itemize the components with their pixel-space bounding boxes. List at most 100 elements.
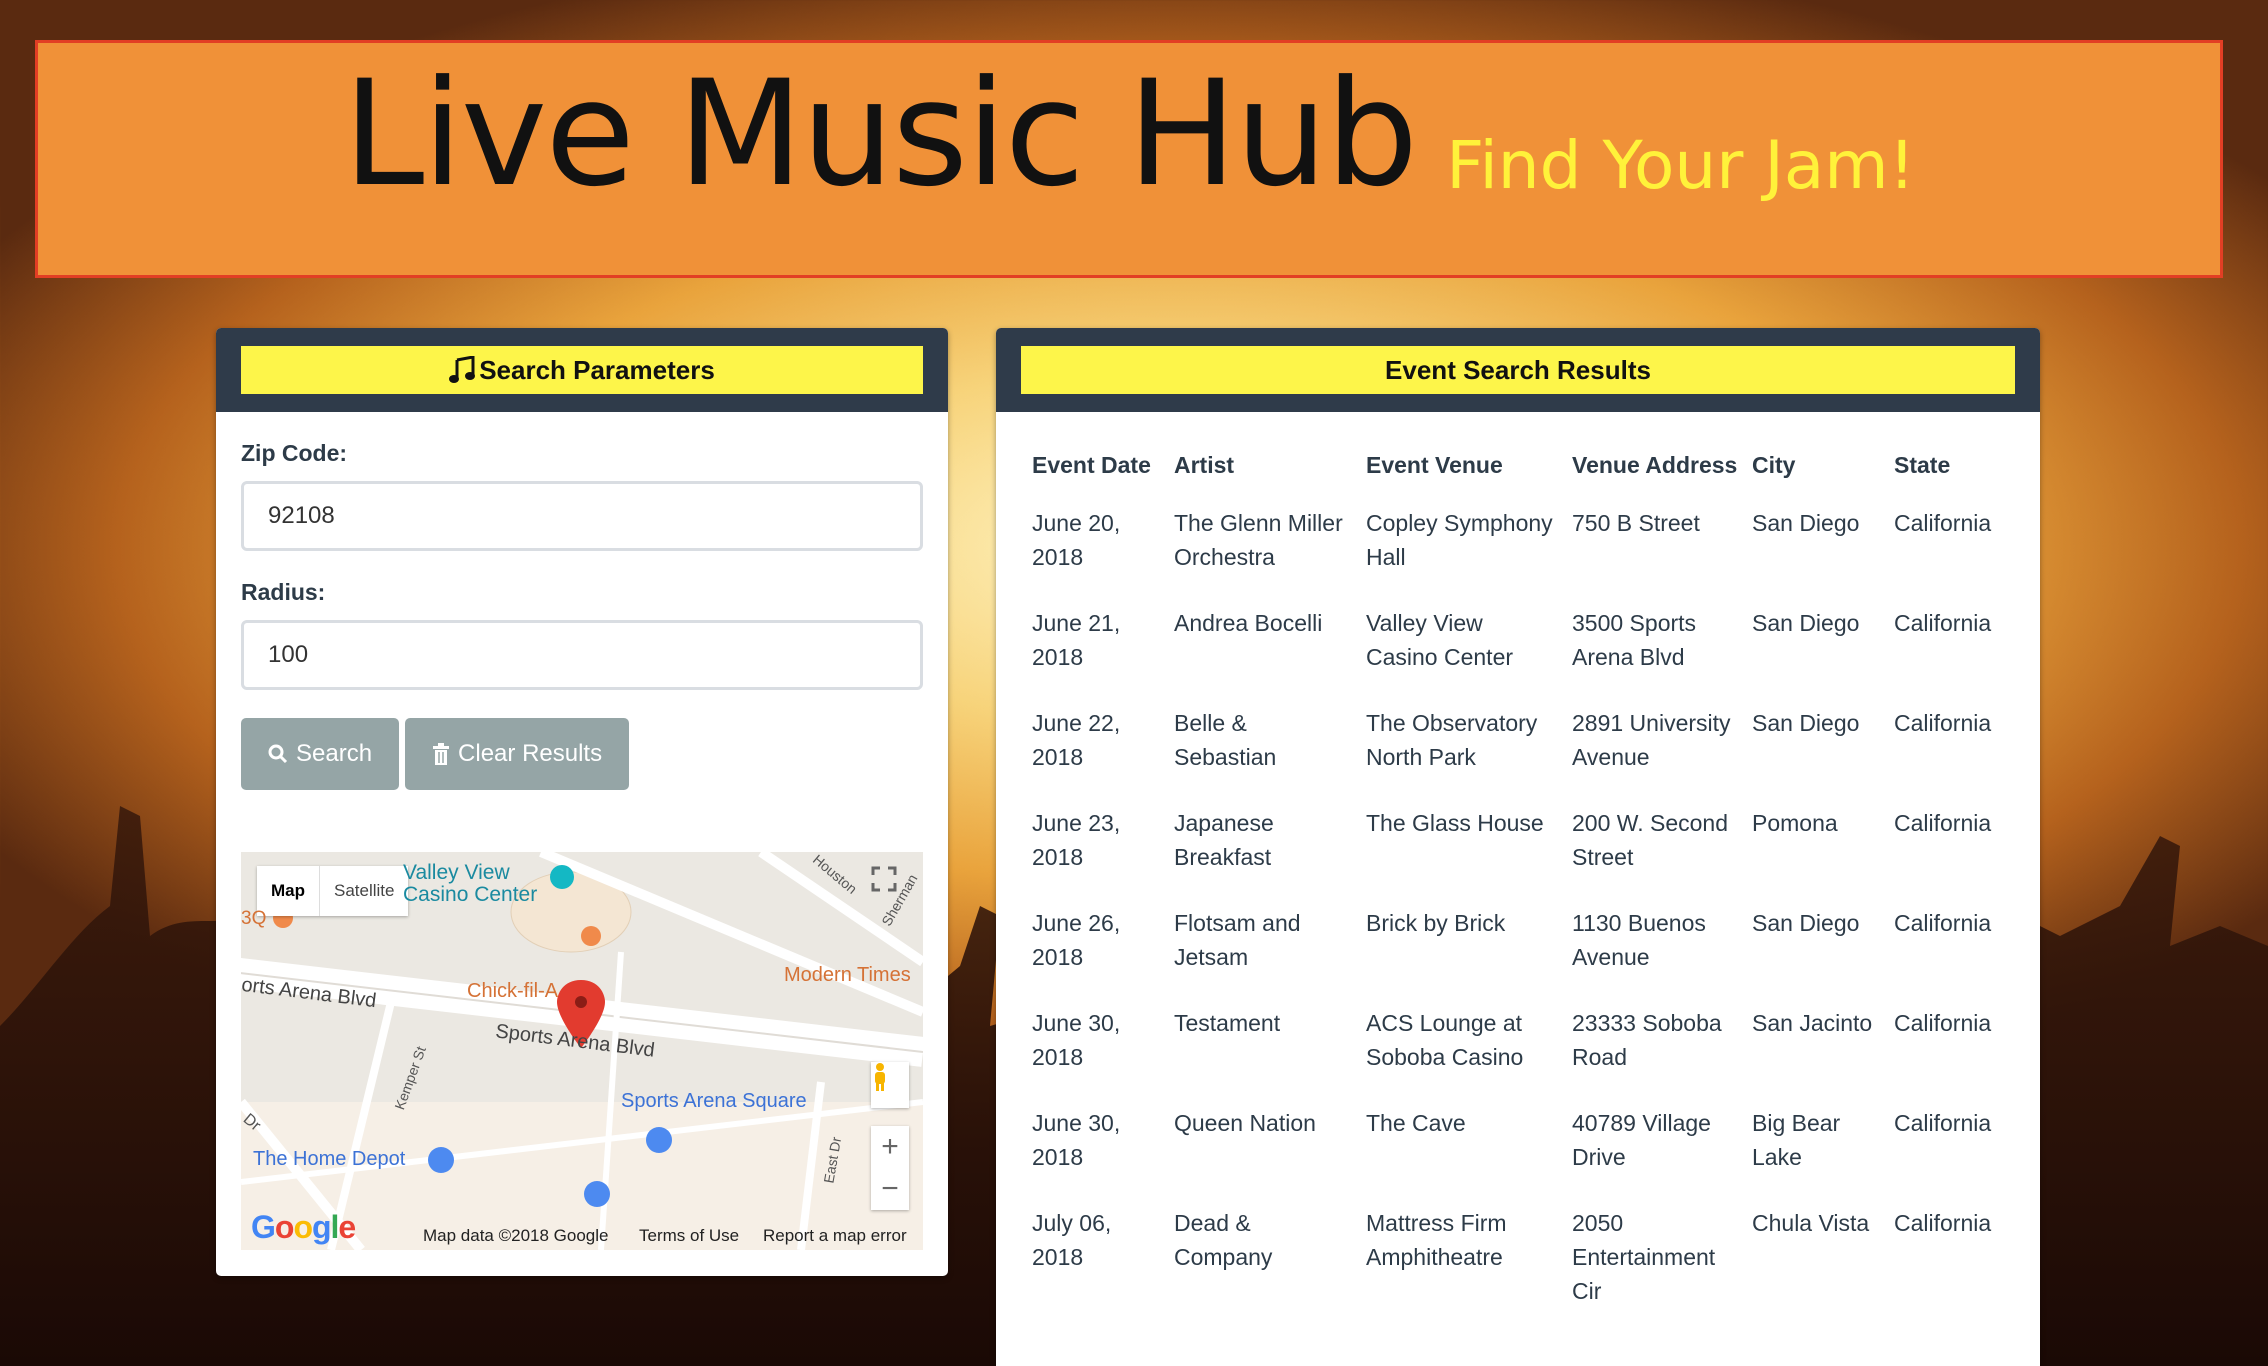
col-event-venue: Event Venue xyxy=(1366,452,1503,478)
fullscreen-icon xyxy=(871,866,897,892)
cell-state: California xyxy=(1894,510,1992,536)
clear-button-label: Clear Results xyxy=(458,740,603,767)
results-header-row: Event Date Artist Event Venue Venue Addr… xyxy=(1032,448,2012,496)
cell-venue-address: 3500 Sports Arena Blvd xyxy=(1572,610,1697,670)
search-button-label: Search xyxy=(296,740,373,767)
cell-artist: Andrea Bocelli xyxy=(1174,610,1323,636)
zoom-out-button[interactable]: − xyxy=(881,1168,899,1210)
cell-artist: Flotsam and Jetsam xyxy=(1174,910,1301,970)
cell-artist: Japanese Breakfast xyxy=(1174,810,1274,870)
stadium-pin-icon xyxy=(550,865,574,889)
table-row: June 30, 2018 Testament ACS Lounge at Sobo… xyxy=(1032,996,2012,1096)
results-panel-header: Event Search Results xyxy=(996,328,2040,412)
table-row: June 21, 2018 Andrea Bocelli Valley View C… xyxy=(1032,596,2012,696)
cell-artist: The Glenn Miller Orchestra xyxy=(1174,510,1343,570)
map-view[interactable]: Map Satellite Valley View Casino Center … xyxy=(241,852,923,1250)
cell-city: San Jacinto xyxy=(1752,1010,1873,1036)
zoom-control: + − xyxy=(871,1126,909,1210)
cell-state: California xyxy=(1894,610,1992,636)
place-modern-times: Modern Times xyxy=(784,964,911,986)
cell-state: California xyxy=(1894,1010,1992,1036)
place-bbq: 3Q xyxy=(241,908,267,929)
cell-event-venue: Copley Symphony Hall xyxy=(1366,510,1553,570)
place-valley-view: Valley View Casino Center xyxy=(403,861,538,906)
shopping-pin-icon-3 xyxy=(584,1181,610,1207)
results-table: Event Date Artist Event Venue Venue Addr… xyxy=(1032,448,2012,1330)
table-row: June 26, 2018 Flotsam and Jetsam Brick by … xyxy=(1032,896,2012,996)
cell-state: California xyxy=(1894,710,1992,736)
search-form: Zip Code: 92108 Radius: 100 Search Clear… xyxy=(216,412,948,790)
shopping-pin-icon-2 xyxy=(428,1147,454,1173)
map-type-satellite[interactable]: Satellite xyxy=(319,866,408,916)
map-report-link[interactable]: Report a map error xyxy=(763,1226,907,1246)
table-row: June 20, 2018 The Glenn Miller Orchestra C… xyxy=(1032,496,2012,596)
results-panel-title-bar: Event Search Results xyxy=(1021,346,2015,394)
app-title: Live Music Hub xyxy=(342,49,1418,219)
cell-event-venue: ACS Lounge at Soboba Casino xyxy=(1366,1010,1524,1070)
search-panel-title-bar: Search Parameters xyxy=(241,346,923,394)
cell-artist: Testament xyxy=(1174,1010,1281,1036)
cell-venue-address: 2891 University Avenue xyxy=(1572,710,1731,770)
cell-city: San Diego xyxy=(1752,610,1860,636)
table-row: July 06, 2018 Dead & Company Mattress Firm… xyxy=(1032,1196,2012,1330)
cell-event-date: July 06, 2018 xyxy=(1032,1210,1112,1270)
zip-label: Zip Code: xyxy=(241,440,348,466)
col-artist: Artist xyxy=(1174,452,1235,478)
search-panel-header: Search Parameters xyxy=(216,328,948,412)
shopping-pin-icon xyxy=(646,1127,672,1153)
cell-venue-address: 750 B Street xyxy=(1572,510,1700,536)
cell-venue-address: 40789 Village Drive xyxy=(1572,1110,1711,1170)
map-terms-link[interactable]: Terms of Use xyxy=(639,1226,739,1246)
cell-venue-address: 23333 Soboba Road xyxy=(1572,1010,1722,1070)
search-icon xyxy=(268,744,288,764)
google-logo: Google xyxy=(251,1209,356,1245)
results-panel-title: Event Search Results xyxy=(1385,354,1651,385)
search-button[interactable]: Search xyxy=(241,718,400,790)
place-sports-arena-square: Sports Arena Square xyxy=(621,1090,807,1112)
search-panel: Search Parameters Zip Code: 92108 Radius… xyxy=(216,328,948,1276)
restaurant-pin-icon-2 xyxy=(581,926,601,946)
cell-venue-address: 1130 Buenos Avenue xyxy=(1572,910,1706,970)
cell-event-date: June 30, 2018 xyxy=(1032,1110,1121,1170)
cell-city: Chula Vista xyxy=(1752,1210,1870,1236)
radius-label: Radius: xyxy=(241,579,326,605)
street-view-pegman[interactable] xyxy=(871,1062,909,1108)
cell-event-date: June 21, 2018 xyxy=(1032,610,1121,670)
place-chick: Chick-fil-A xyxy=(467,980,559,1002)
cell-venue-address: 200 W. Second Street xyxy=(1572,810,1728,870)
zip-code-input[interactable]: 92108 xyxy=(241,481,923,551)
cell-event-date: June 20, 2018 xyxy=(1032,510,1121,570)
cell-city: Big Bear Lake xyxy=(1752,1110,1841,1170)
clear-results-button[interactable]: Clear Results xyxy=(405,718,630,790)
cell-event-venue: The Observatory North Park xyxy=(1366,710,1538,770)
cell-event-venue: The Glass House xyxy=(1366,810,1544,836)
search-panel-title: Search Parameters xyxy=(479,354,715,385)
fullscreen-button[interactable] xyxy=(871,866,909,904)
place-home-depot: The Home Depot xyxy=(253,1148,406,1170)
pegman-icon xyxy=(875,1063,885,1091)
cell-state: California xyxy=(1894,1210,1992,1236)
col-event-date: Event Date xyxy=(1032,452,1151,478)
map-type-control: Map Satellite xyxy=(257,866,409,916)
cell-city: Pomona xyxy=(1752,810,1838,836)
cell-state: California xyxy=(1894,810,1992,836)
col-city: City xyxy=(1752,452,1796,478)
radius-input[interactable]: 100 xyxy=(241,620,923,690)
table-row: June 30, 2018 Queen Nation The Cave 40789 V… xyxy=(1032,1096,2012,1196)
cell-event-date: June 22, 2018 xyxy=(1032,710,1121,770)
cell-event-venue: Mattress Firm Amphitheatre xyxy=(1366,1210,1507,1270)
cell-event-venue: The Cave xyxy=(1366,1110,1466,1136)
results-panel: Event Search Results Event Date Artist E… xyxy=(996,328,2040,1366)
cell-event-date: June 30, 2018 xyxy=(1032,1010,1121,1070)
table-row: June 22, 2018 Belle & Sebastian The Observ… xyxy=(1032,696,2012,796)
zoom-in-button[interactable]: + xyxy=(881,1126,899,1168)
cell-state: California xyxy=(1894,1110,1992,1136)
cell-city: San Diego xyxy=(1752,710,1860,736)
cell-city: San Diego xyxy=(1752,910,1860,936)
header-banner: Live Music Hub Find Your Jam! xyxy=(35,40,2223,278)
cell-state: California xyxy=(1894,910,1992,936)
cell-venue-address: 2050 Entertainment Cir xyxy=(1572,1210,1716,1304)
cell-event-venue: Valley View Casino Center xyxy=(1366,610,1514,670)
table-row: June 23, 2018 Japanese Breakfast The Glass… xyxy=(1032,796,2012,896)
cell-event-date: June 26, 2018 xyxy=(1032,910,1121,970)
